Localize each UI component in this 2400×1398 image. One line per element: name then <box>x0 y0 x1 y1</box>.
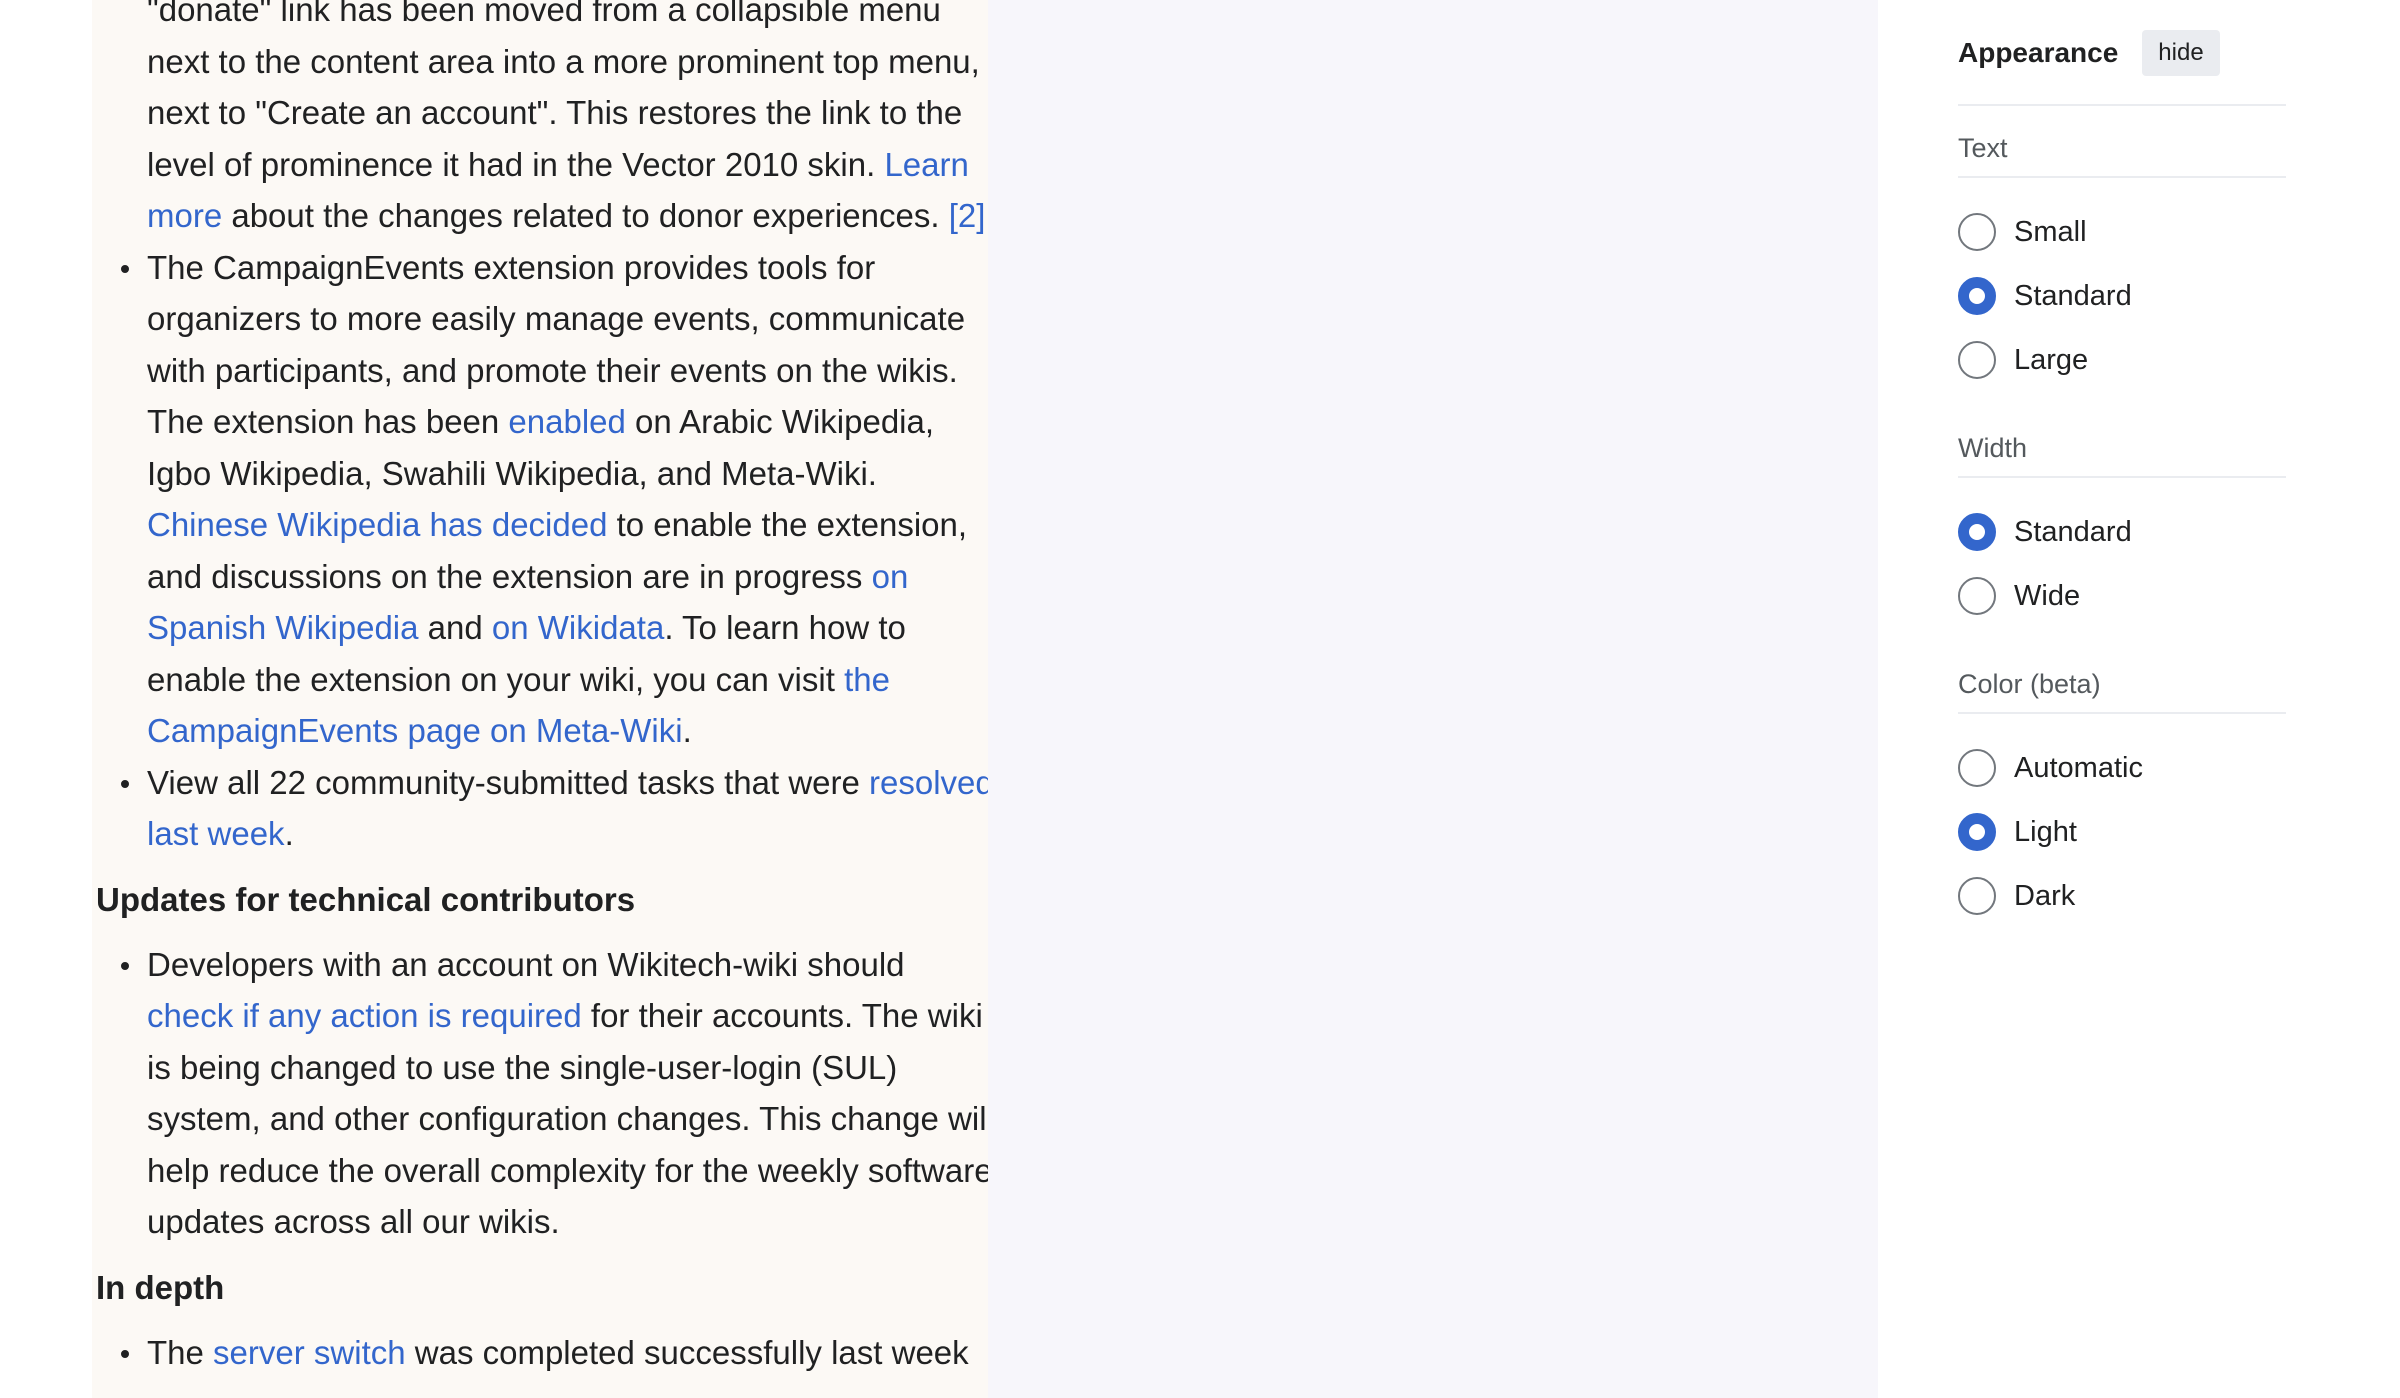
changes-list: "donate" link has been moved from a coll… <box>96 0 996 860</box>
heading-in-depth: In depth <box>96 1268 225 1306</box>
width-option-standard[interactable]: Standard <box>1958 500 2286 564</box>
text-size-option-small[interactable]: Small <box>1958 200 2286 264</box>
article-content: "donate" link has been moved from a coll… <box>92 0 994 1398</box>
width-options: Standard Wide <box>1958 478 2286 642</box>
list-item-donate: "donate" link has been moved from a coll… <box>147 0 986 234</box>
width-option-wide[interactable]: Wide <box>1958 564 2286 628</box>
text-size-option-large[interactable]: Large <box>1958 328 2286 392</box>
list-item-developers: Developers with an account on Wikitech-w… <box>96 939 996 1248</box>
chinese-wikipedia-link[interactable]: Chinese Wikipedia has decided <box>147 506 607 543</box>
reference-2-link[interactable]: [2] <box>949 197 986 234</box>
appearance-title: Appearance <box>1958 37 2119 68</box>
color-options: Automatic Light Dark <box>1958 714 2286 942</box>
radio-icon[interactable] <box>1958 749 1996 787</box>
color-option-automatic[interactable]: Automatic <box>1958 736 2286 800</box>
radio-icon[interactable] <box>1958 577 1996 615</box>
list-item-resolved-tasks: View all 22 community-submitted tasks th… <box>96 757 996 860</box>
appearance-header: Appearance hide <box>1958 0 2286 106</box>
empty-side-area <box>988 0 1878 1398</box>
radio-icon[interactable] <box>1958 341 1996 379</box>
heading-technical-contributors: Updates for technical contributors <box>96 880 636 918</box>
text-size-label: Text <box>1958 106 2286 178</box>
wikidata-link[interactable]: on Wikidata <box>492 609 664 646</box>
color-option-light[interactable]: Light <box>1958 800 2286 864</box>
list-item-campaign-events: The CampaignEvents extension provides to… <box>96 242 996 757</box>
check-action-link[interactable]: check if any action is required <box>147 997 582 1034</box>
text-size-options: Small Standard Large <box>1958 178 2286 406</box>
hide-button[interactable]: hide <box>2142 30 2220 76</box>
radio-selected-icon[interactable] <box>1958 813 1996 851</box>
color-option-dark[interactable]: Dark <box>1958 864 2286 928</box>
color-label: Color (beta) <box>1958 642 2286 714</box>
technical-list: Developers with an account on Wikitech-w… <box>96 939 996 1248</box>
in-depth-list: The server switch was completed successf… <box>96 1327 996 1379</box>
radio-selected-icon[interactable] <box>1958 277 1996 315</box>
appearance-panel: Appearance hide Text Small Standard Larg… <box>1958 0 2286 942</box>
width-label: Width <box>1958 406 2286 478</box>
text-size-option-standard[interactable]: Standard <box>1958 264 2286 328</box>
radio-selected-icon[interactable] <box>1958 513 1996 551</box>
radio-icon[interactable] <box>1958 213 1996 251</box>
radio-icon[interactable] <box>1958 877 1996 915</box>
server-switch-link[interactable]: server switch <box>213 1334 406 1371</box>
enabled-link[interactable]: enabled <box>508 403 625 440</box>
list-item-server-switch: The server switch was completed successf… <box>96 1327 996 1379</box>
